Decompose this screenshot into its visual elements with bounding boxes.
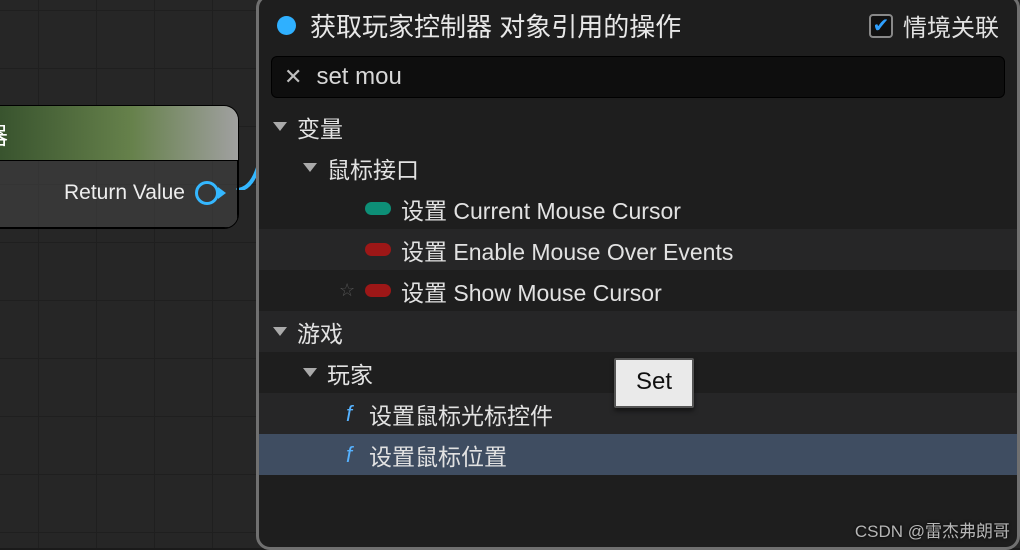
- output-pin-label: Return Value: [64, 181, 185, 205]
- search-input[interactable]: [316, 63, 992, 91]
- variable-pill-icon: [365, 284, 391, 297]
- results-tree: 变量 鼠标接口 设置 Current Mouse Cursor 设置 Enabl…: [259, 102, 1017, 475]
- clear-icon[interactable]: ✕: [284, 64, 302, 90]
- category-label: 变量: [297, 110, 343, 144]
- category-label: 鼠标接口: [327, 151, 419, 185]
- favorite-star-icon[interactable]: ☆: [339, 280, 355, 301]
- action-set-mouse-position[interactable]: f 设置鼠标位置: [259, 434, 1017, 475]
- chevron-down-icon: [273, 327, 287, 336]
- category-mouse-interface[interactable]: 鼠标接口: [259, 147, 1017, 188]
- variable-pill-icon: [365, 243, 391, 256]
- node-body: Return Value: [0, 160, 238, 228]
- variable-pill-icon: [365, 202, 391, 215]
- node-title: 器: [0, 106, 238, 160]
- checkbox-icon: ✔: [869, 14, 893, 38]
- action-label: 设置鼠标位置: [369, 438, 507, 472]
- function-icon: f: [339, 442, 359, 468]
- output-pin[interactable]: [195, 181, 219, 205]
- action-set-show-mouse-cursor[interactable]: ☆ 设置 Show Mouse Cursor: [259, 270, 1017, 311]
- chevron-down-icon: [303, 163, 317, 172]
- category-game[interactable]: 游戏: [259, 311, 1017, 352]
- action-label: 设置鼠标光标控件: [369, 397, 553, 431]
- action-label: 设置 Show Mouse Cursor: [401, 274, 662, 308]
- category-label: 玩家: [327, 356, 373, 390]
- action-set-enable-mouse-over-events[interactable]: 设置 Enable Mouse Over Events: [259, 229, 1017, 270]
- tooltip: Set: [614, 358, 694, 408]
- function-icon: f: [339, 401, 359, 427]
- search-field[interactable]: ✕: [271, 56, 1005, 98]
- object-type-dot-icon: [277, 16, 296, 35]
- context-sensitive-toggle[interactable]: ✔ 情境关联: [869, 8, 999, 43]
- panel-title: 获取玩家控制器 对象引用的操作: [310, 7, 855, 44]
- category-label: 游戏: [297, 315, 343, 349]
- tooltip-text: Set: [636, 368, 672, 395]
- category-variables[interactable]: 变量: [259, 106, 1017, 147]
- action-set-current-mouse-cursor[interactable]: 设置 Current Mouse Cursor: [259, 188, 1017, 229]
- chevron-down-icon: [303, 368, 317, 377]
- action-menu-panel: 获取玩家控制器 对象引用的操作 ✔ 情境关联 ✕ 变量 鼠标接口 设置 Curr…: [256, 0, 1020, 550]
- source-node[interactable]: 器 Return Value: [0, 106, 238, 228]
- context-sensitive-label: 情境关联: [903, 8, 999, 43]
- node-title-text: 器: [0, 116, 8, 151]
- action-label: 设置 Current Mouse Cursor: [401, 192, 681, 226]
- panel-header: 获取玩家控制器 对象引用的操作 ✔ 情境关联: [259, 0, 1017, 50]
- watermark: CSDN @雷杰弗朗哥: [855, 517, 1010, 542]
- action-label: 设置 Enable Mouse Over Events: [401, 233, 733, 267]
- chevron-down-icon: [273, 122, 287, 131]
